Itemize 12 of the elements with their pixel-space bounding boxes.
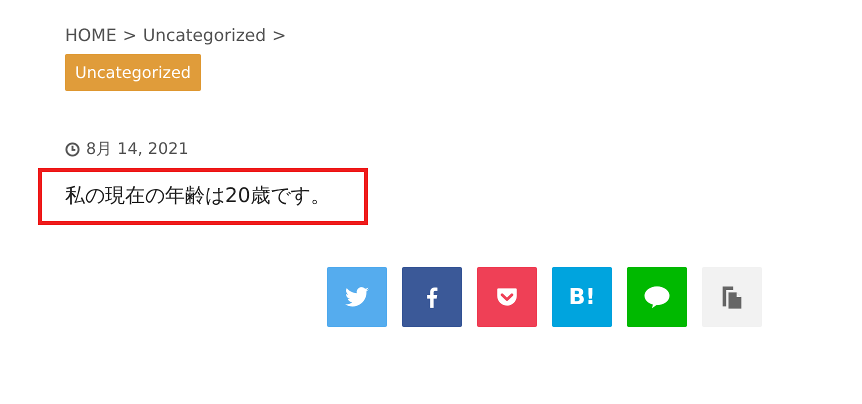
post-text: 私の現在の年齢は20歳です。 <box>38 168 368 225</box>
twitter-share-button[interactable] <box>327 267 387 327</box>
pocket-share-button[interactable] <box>477 267 537 327</box>
breadcrumb-separator: > <box>122 25 137 48</box>
breadcrumb-link[interactable]: HOME <box>65 24 117 48</box>
breadcrumb-link[interactable]: Uncategorized <box>142 24 266 48</box>
breadcrumb-separator: > <box>272 25 286 48</box>
copy-link-button[interactable] <box>702 267 762 327</box>
post-date: 8月 14, 2021 <box>86 139 189 160</box>
clock-icon <box>65 142 80 157</box>
facebook-share-button[interactable] <box>402 267 462 327</box>
line-share-button[interactable] <box>627 267 687 327</box>
